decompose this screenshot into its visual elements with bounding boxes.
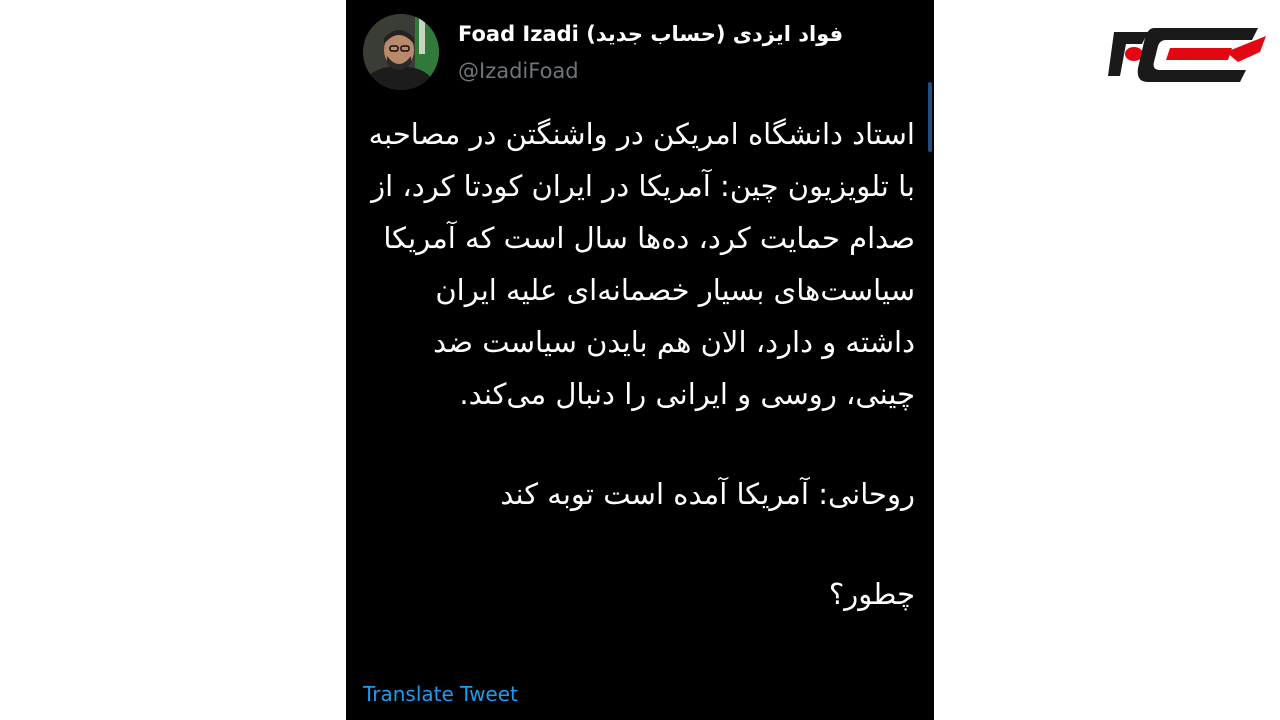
avatar-photo-icon [363,14,439,90]
page: Foad Izadi فواد ایزدی (حساب جدید) @Izadi… [0,0,1280,720]
user-handle[interactable]: @IzadiFoad [458,58,579,84]
tweet-text: استاد دانشگاه امریکن در واشنگتن در مصاحب… [360,108,915,620]
user-avatar[interactable] [363,14,439,90]
scroll-indicator [928,82,932,152]
tweet-card: Foad Izadi فواد ایزدی (حساب جدید) @Izadi… [346,0,934,720]
display-name[interactable]: Foad Izadi فواد ایزدی (حساب جدید) [458,20,843,48]
rokna-logo-icon [1108,22,1268,86]
tweet-paragraph: چطور؟ [828,577,915,611]
tweet-paragraph: استاد دانشگاه امریکن در واشنگتن در مصاحب… [368,117,915,411]
tweet-paragraph: روحانی: آمریکا آمده است توبه کند [500,477,915,511]
translate-tweet-link[interactable]: Translate Tweet [363,680,518,708]
